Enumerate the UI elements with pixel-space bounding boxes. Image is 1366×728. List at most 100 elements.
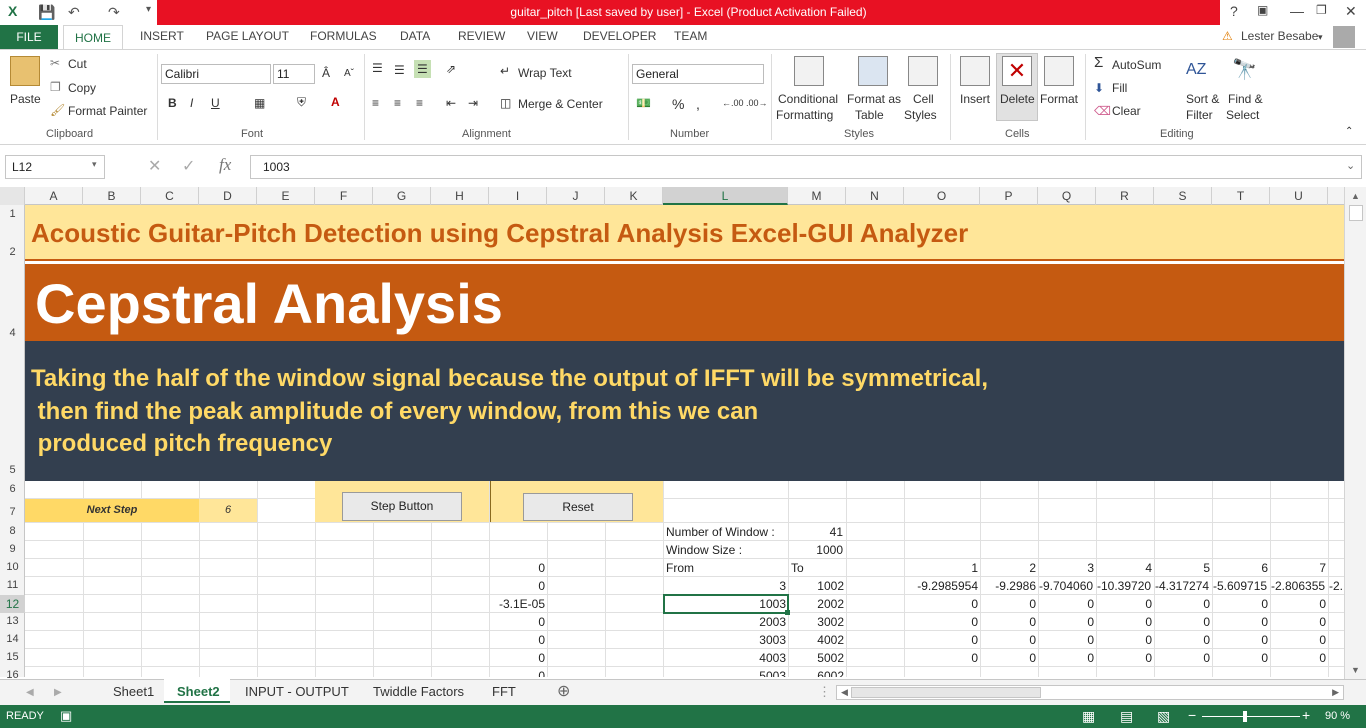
bold-icon[interactable]: B [168, 96, 177, 110]
cell-r15[interactable]: 0 [1097, 651, 1152, 665]
clear-button[interactable]: Clear [1112, 104, 1141, 118]
hscroll-thumb[interactable] [851, 687, 1041, 698]
cell-i14[interactable]: 0 [489, 633, 545, 647]
column-header[interactable]: P [980, 187, 1038, 205]
sort-filter-icon[interactable]: AZ [1186, 56, 1216, 86]
cell-u14[interactable]: 0 [1271, 633, 1326, 647]
redo-icon[interactable]: ↷ [108, 4, 120, 21]
index-header[interactable]: 5 [1155, 561, 1210, 575]
row-header[interactable]: 6 [0, 483, 25, 495]
cell-u13[interactable]: 0 [1271, 615, 1326, 629]
expand-formula-icon[interactable]: ⌄ [1346, 159, 1355, 172]
ribbon-options-icon[interactable]: ▣ [1257, 3, 1268, 17]
cell-l16[interactable]: 5003 [665, 669, 786, 677]
column-header[interactable]: I [489, 187, 547, 205]
cell-o13[interactable]: 0 [905, 615, 978, 629]
cell-i15[interactable]: 0 [489, 651, 545, 665]
cell-r11[interactable]: -10.39720 [1097, 579, 1155, 593]
row-header[interactable]: 11 [0, 579, 25, 591]
sheet-tab-twiddle-factors[interactable]: Twiddle Factors [373, 684, 464, 699]
format-cells-icon[interactable] [1044, 56, 1074, 86]
column-header[interactable]: M [788, 187, 846, 205]
cell-q15[interactable]: 0 [1039, 651, 1094, 665]
cell-i10[interactable]: 0 [489, 561, 545, 575]
delete-cells-icon[interactable]: ✕ [1002, 56, 1032, 86]
vertical-scrollbar[interactable]: ▲ ▼ [1344, 187, 1366, 679]
comma-style-icon[interactable]: , [696, 96, 700, 112]
cell-r12[interactable]: 0 [1097, 597, 1152, 611]
cell-p13[interactable]: 0 [981, 615, 1036, 629]
underline-icon[interactable]: U [211, 96, 220, 110]
tab-review[interactable]: REVIEW [458, 29, 505, 43]
column-header-selected[interactable]: L [663, 187, 788, 205]
fill-button[interactable]: Fill [1112, 81, 1127, 95]
font-name-select[interactable]: Calibri [161, 64, 271, 84]
column-header[interactable]: H [431, 187, 489, 205]
cell-q14[interactable]: 0 [1039, 633, 1094, 647]
column-header[interactable]: D [199, 187, 257, 205]
index-header[interactable]: 7 [1271, 561, 1326, 575]
zoom-slider-thumb[interactable] [1243, 711, 1247, 722]
cell-p11[interactable]: -9.2986 [981, 579, 1036, 593]
column-header[interactable]: K [605, 187, 663, 205]
copy-button[interactable]: Copy [68, 81, 96, 95]
row-header[interactable]: 7 [0, 506, 25, 518]
cell-p15[interactable]: 0 [981, 651, 1036, 665]
user-name[interactable]: Lester Besabe [1241, 29, 1318, 43]
cell-t14[interactable]: 0 [1213, 633, 1268, 647]
page-break-view-icon[interactable]: ▧ [1157, 708, 1170, 725]
zoom-level[interactable]: 90 % [1325, 710, 1350, 722]
tab-team[interactable]: TEAM [674, 29, 707, 43]
sort-filter-button[interactable]: Sort & [1186, 92, 1219, 106]
cell-s14[interactable]: 0 [1155, 633, 1210, 647]
row-header[interactable]: 8 [0, 525, 25, 537]
macro-record-icon[interactable]: ▣ [60, 708, 72, 724]
cell-m12[interactable]: 2002 [789, 597, 844, 611]
name-box-chevron-icon[interactable]: ▾ [92, 159, 97, 170]
align-right-icon[interactable]: ≡ [416, 96, 423, 110]
row-header[interactable]: 10 [0, 561, 25, 573]
cell-q13[interactable]: 0 [1039, 615, 1094, 629]
find-select-icon[interactable]: 🔭 [1232, 56, 1262, 86]
cell-l14[interactable]: 3003 [665, 633, 786, 647]
cell-q12[interactable]: 0 [1039, 597, 1094, 611]
index-header[interactable]: 1 [905, 561, 978, 575]
index-header[interactable]: 4 [1097, 561, 1152, 575]
sheet-tab-sheet2[interactable]: Sheet2 [177, 684, 220, 699]
index-header[interactable]: 3 [1039, 561, 1094, 575]
cell-i16[interactable]: 0 [489, 669, 545, 677]
font-color-icon[interactable]: A [331, 95, 340, 109]
row-header[interactable]: 13 [0, 615, 25, 627]
column-header[interactable]: T [1212, 187, 1270, 205]
cell-i11[interactable]: 0 [489, 579, 545, 593]
conditional-formatting-button[interactable]: Conditional [778, 92, 838, 106]
row-header[interactable]: 5 [0, 464, 25, 476]
borders-icon[interactable]: ▦ [254, 96, 265, 110]
cell-t13[interactable]: 0 [1213, 615, 1268, 629]
tab-file[interactable]: FILE [0, 25, 58, 49]
tab-page-layout[interactable]: PAGE LAYOUT [206, 29, 289, 43]
column-header[interactable]: R [1096, 187, 1154, 205]
column-header[interactable]: O [904, 187, 980, 205]
cell-o15[interactable]: 0 [905, 651, 978, 665]
merge-center-button[interactable]: Merge & Center [518, 97, 603, 111]
tab-insert[interactable]: INSERT [140, 29, 184, 43]
page-layout-view-icon[interactable]: ▤ [1120, 708, 1133, 725]
name-box[interactable]: L12 [5, 155, 105, 179]
horizontal-scrollbar[interactable]: ◀ ▶ [836, 685, 1344, 700]
column-header[interactable]: N [846, 187, 904, 205]
formula-input[interactable]: 1003 [250, 155, 1362, 179]
cell-m16[interactable]: 6002 [789, 669, 844, 677]
zoom-out-icon[interactable]: − [1188, 707, 1196, 723]
cell-q11[interactable]: -9.704060 [1039, 579, 1097, 593]
format-as-table-icon[interactable] [858, 56, 888, 86]
cell-s12[interactable]: 0 [1155, 597, 1210, 611]
confirm-entry-icon[interactable]: ✓ [182, 156, 195, 176]
row-header[interactable]: 9 [0, 543, 25, 555]
cell-m11[interactable]: 1002 [789, 579, 844, 593]
decrease-decimal-icon[interactable]: .00→ [746, 98, 768, 108]
fill-color-icon[interactable]: ⛨ [297, 95, 306, 110]
cell-styles-button[interactable]: Cell [913, 92, 934, 106]
scroll-right-icon[interactable]: ▶ [1332, 687, 1339, 698]
restore-icon[interactable]: ❐ [1316, 3, 1327, 17]
